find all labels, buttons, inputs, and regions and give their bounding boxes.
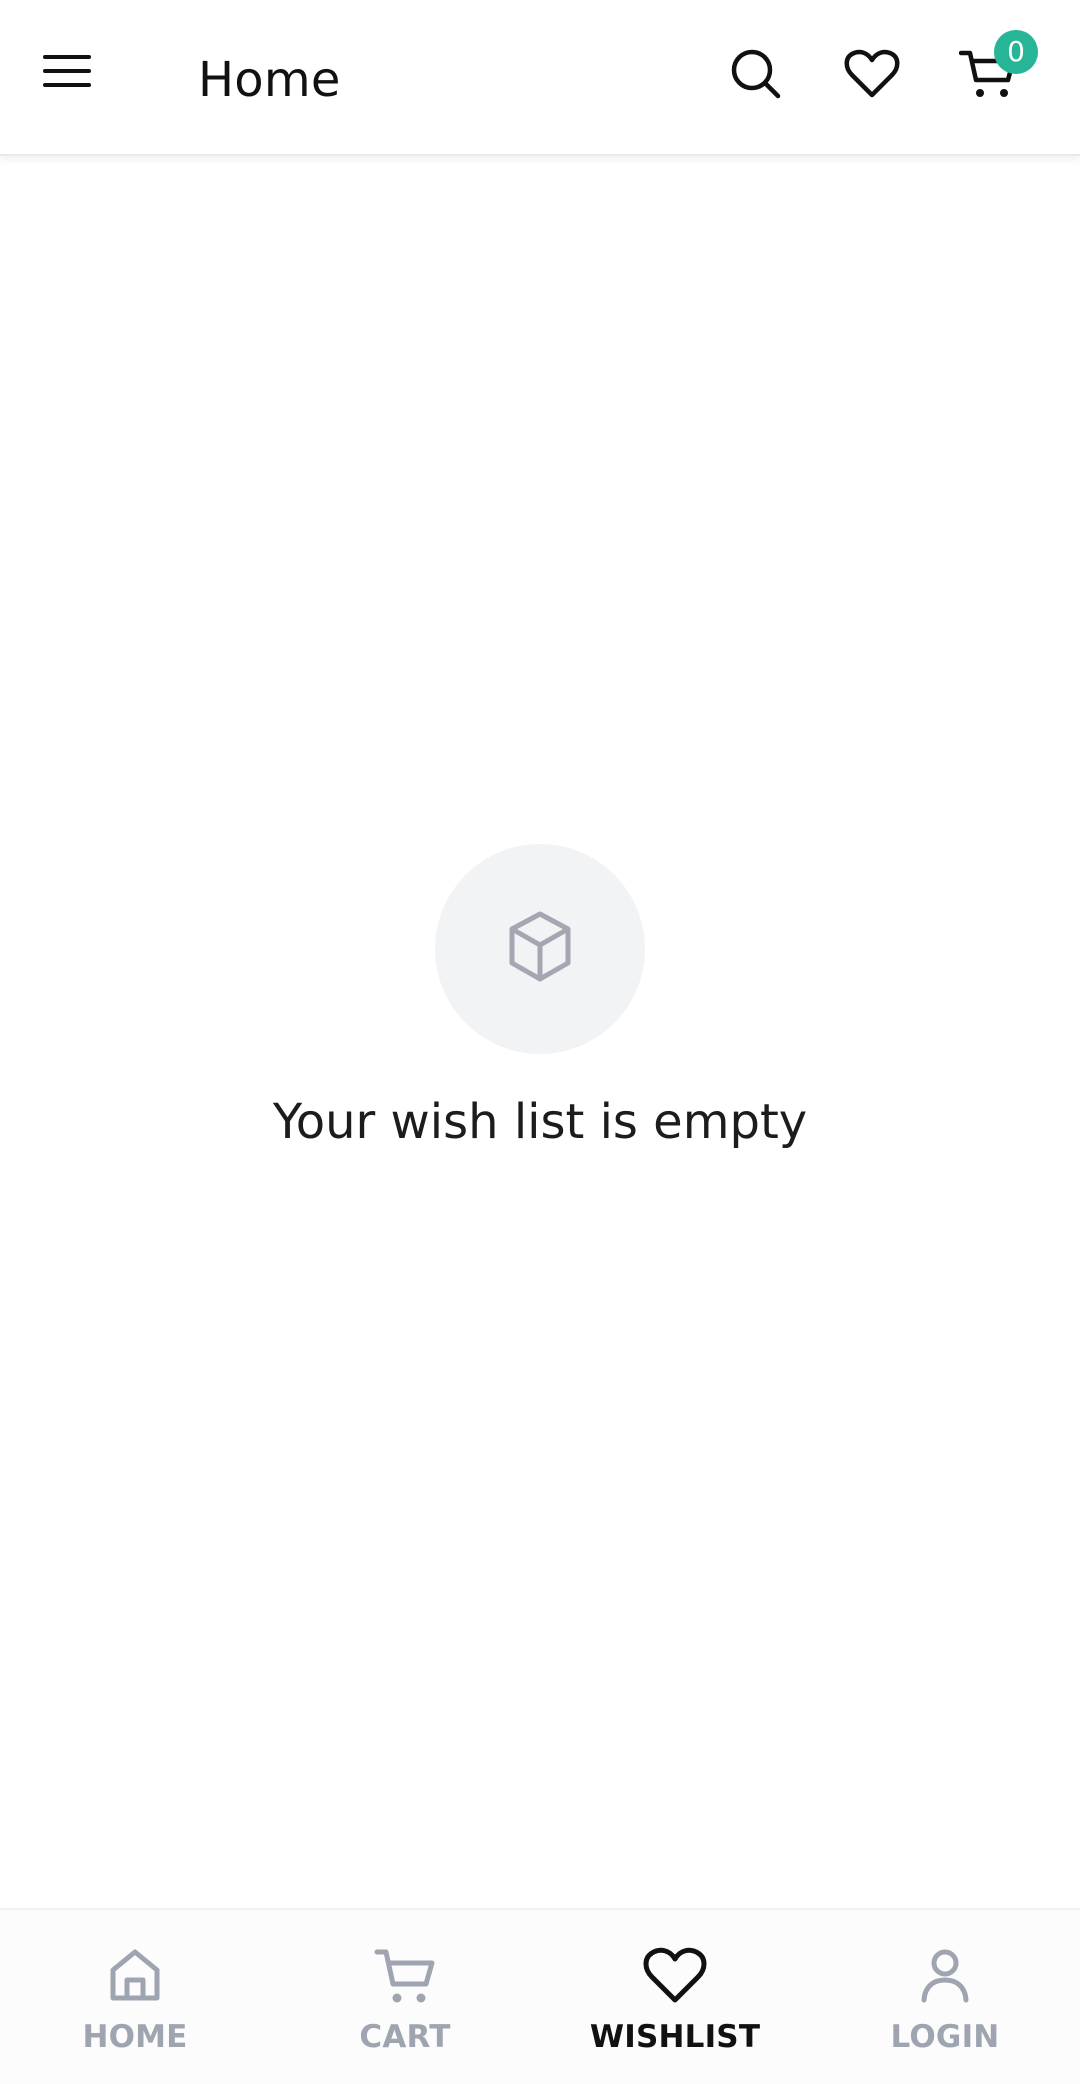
heart-icon: [844, 49, 900, 103]
search-button[interactable]: [718, 38, 794, 114]
bottom-nav-login[interactable]: LOGIN: [810, 1944, 1080, 2054]
cart-count-badge: 0: [994, 30, 1038, 74]
bottom-nav-login-label: LOGIN: [890, 2019, 1000, 2055]
bottom-nav-home[interactable]: HOME: [0, 1944, 270, 2054]
empty-state: Your wish list is empty: [0, 844, 1080, 1150]
home-icon: [0, 1944, 270, 2008]
box-icon: [505, 910, 575, 988]
bottom-nav-cart-label: CART: [359, 2019, 451, 2055]
bottom-nav-cart[interactable]: CART: [270, 1944, 540, 2054]
bottom-nav-wishlist-label: WISHLIST: [589, 2019, 761, 2055]
cart-icon: [270, 1944, 540, 2008]
menu-icon: [43, 53, 91, 93]
bottom-navigation: HOME CART WISHLIST LOGIN: [0, 1908, 1080, 2084]
empty-state-icon-circle: [435, 844, 645, 1054]
bottom-nav-wishlist[interactable]: WISHLIST: [540, 1944, 810, 2054]
bottom-nav-home-label: HOME: [82, 2019, 188, 2055]
cart-button[interactable]: 0: [950, 30, 1038, 114]
page-title: Home: [198, 52, 341, 108]
empty-message: Your wish list is empty: [272, 1094, 808, 1150]
menu-button[interactable]: [30, 36, 104, 110]
search-icon: [730, 48, 782, 104]
wishlist-button[interactable]: [834, 38, 910, 114]
heart-icon: [540, 1944, 810, 2008]
user-icon: [810, 1944, 1080, 2008]
top-app-bar: Home 0: [0, 0, 1080, 156]
